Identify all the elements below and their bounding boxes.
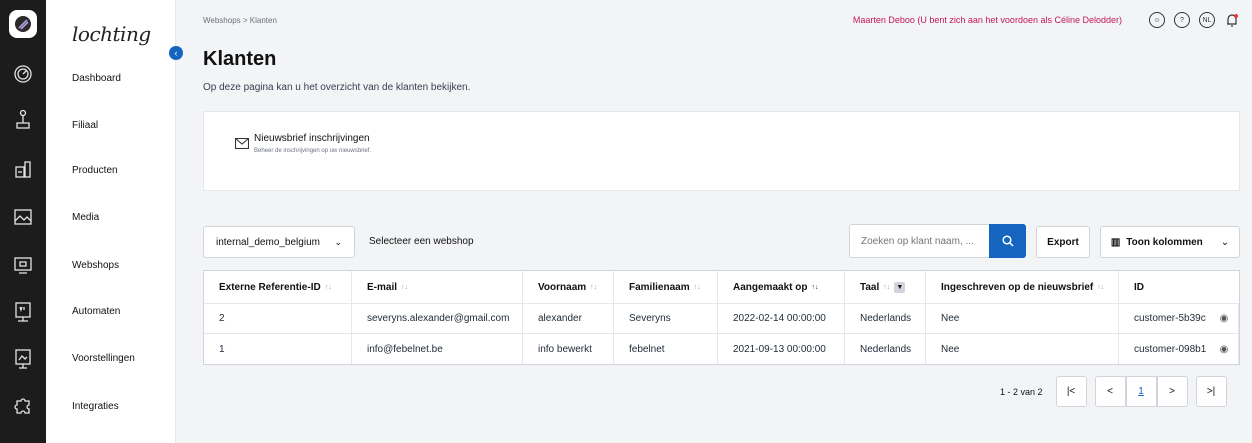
cell-external-ref: 1: [204, 334, 352, 364]
gauge-icon[interactable]: [11, 62, 35, 86]
vending-machine-icon[interactable]: [11, 300, 35, 324]
sidebar-item-producten[interactable]: Producten: [46, 146, 175, 194]
table-row[interactable]: 2 severyns.alexander@gmail.com alexander…: [204, 304, 1239, 334]
chevron-down-icon: ⌄: [1220, 236, 1230, 248]
cell-firstname: alexander: [523, 304, 614, 333]
pagination-info: 1 - 2 van 2: [1000, 386, 1043, 397]
products-icon[interactable]: [11, 157, 35, 181]
column-header-external-ref[interactable]: Externe Referentie-ID ↑↓: [204, 271, 352, 303]
show-columns-button[interactable]: ▥ Toon kolommen ⌄: [1100, 226, 1240, 258]
sidebar-item-webshops[interactable]: Webshops: [46, 241, 175, 289]
breadcrumb[interactable]: Webshops > Klanten: [203, 16, 277, 25]
page-title: Klanten: [203, 48, 277, 70]
first-page-button[interactable]: |<: [1055, 376, 1087, 407]
language-selector[interactable]: NL: [1199, 12, 1215, 28]
chevron-left-icon: ‹: [174, 48, 178, 58]
filter-icon: ▼: [894, 281, 906, 293]
sidebar-item-integraties[interactable]: Integraties: [46, 382, 175, 430]
store-icon[interactable]: [11, 108, 35, 132]
cell-lastname: febelnet: [614, 334, 718, 364]
column-header-newsletter[interactable]: Ingeschreven op de nieuwsbrief ↑↓: [926, 271, 1119, 303]
app-logo-icon[interactable]: [9, 10, 37, 38]
puzzle-icon[interactable]: [11, 393, 35, 417]
bell-icon[interactable]: [1224, 12, 1240, 28]
sort-icon: ↑↓: [883, 283, 891, 291]
column-header-language[interactable]: Taal ↑↓ ▼: [845, 271, 926, 303]
column-header-email[interactable]: E-mail ↑↓: [352, 271, 523, 303]
page-1-button[interactable]: 1: [1125, 376, 1157, 407]
prev-page-button[interactable]: <: [1094, 376, 1126, 407]
column-header-created[interactable]: Aangemaakt op ↑↓: [718, 271, 845, 303]
sort-icon: ↑↓: [811, 283, 819, 291]
cart-icon[interactable]: [11, 253, 35, 277]
sort-icon: ↑↓: [590, 283, 598, 291]
sort-icon: ↑↓: [324, 283, 332, 291]
cell-newsletter: Nee: [926, 304, 1119, 333]
cell-email: severyns.alexander@gmail.com: [352, 304, 523, 333]
help-icon[interactable]: ?: [1174, 12, 1190, 28]
next-page-button[interactable]: >: [1156, 376, 1188, 407]
icon-rail: [0, 0, 46, 443]
table-row[interactable]: 1 info@febelnet.be info bewerkt febelnet…: [204, 334, 1239, 364]
sort-icon: ↑↓: [1097, 283, 1105, 291]
cell-email: info@febelnet.be: [352, 334, 523, 364]
brand-logo: lochting: [72, 22, 151, 46]
cell-newsletter: Nee: [926, 334, 1119, 364]
sidebar-item-media[interactable]: Media: [46, 193, 175, 241]
search-input[interactable]: [849, 224, 989, 258]
webshop-select-value: internal_demo_belgium: [216, 236, 320, 248]
search-icon: [1001, 235, 1014, 247]
page-subtitle: Op deze pagina kan u het overzicht van d…: [203, 82, 471, 93]
cell-lastname: Severyns: [614, 304, 718, 333]
sidebar-item-voorstellingen[interactable]: Voorstellingen: [46, 334, 175, 382]
collapse-sidebar-button[interactable]: ‹: [169, 46, 183, 60]
impersonation-notice[interactable]: Maarten Deboo (U bent zich aan het voord…: [853, 15, 1122, 25]
pagination: 1 - 2 van 2 |< < 1 > >|: [1000, 376, 1235, 407]
column-header-id[interactable]: ID: [1119, 271, 1239, 303]
cell-language: Nederlands: [845, 304, 926, 333]
webshop-select-label: Selecteer een webshop: [369, 236, 474, 247]
webshop-select[interactable]: internal_demo_belgium ⌄: [203, 226, 355, 258]
newsletter-card-description: Beheer de inschrijvingen op uw nieuwsbri…: [254, 148, 372, 154]
toolbar: internal_demo_belgium ⌄ Selecteer een we…: [203, 224, 1240, 258]
view-eye-icon[interactable]: ◉: [1213, 334, 1235, 364]
search-button[interactable]: [989, 224, 1026, 258]
column-header-lastname[interactable]: Familienaam ↑↓: [614, 271, 718, 303]
cell-created: 2021-09-13 00:00:00: [718, 334, 845, 364]
columns-icon: ▥: [1110, 236, 1121, 248]
column-header-firstname[interactable]: Voornaam ↑↓: [523, 271, 614, 303]
view-eye-icon[interactable]: ◉: [1213, 304, 1235, 333]
export-button[interactable]: Export: [1036, 226, 1090, 258]
last-page-button[interactable]: >|: [1195, 376, 1227, 407]
cell-firstname: info bewerkt: [523, 334, 614, 364]
sidebar-item-dashboard[interactable]: Dashboard: [46, 54, 175, 102]
image-icon[interactable]: [11, 205, 35, 229]
chevron-down-icon: ⌄: [334, 236, 342, 247]
sort-icon: ↑↓: [401, 283, 409, 291]
newsletter-card[interactable]: Nieuwsbrief inschrijvingen Beheer de ins…: [203, 111, 1240, 191]
user-switch-icon[interactable]: ☺: [1149, 12, 1165, 28]
cell-created: 2022-02-14 00:00:00: [718, 304, 845, 333]
presentation-icon[interactable]: [11, 347, 35, 371]
cell-language: Nederlands: [845, 334, 926, 364]
newsletter-card-title[interactable]: Nieuwsbrief inschrijvingen: [254, 133, 370, 144]
cell-external-ref: 2: [204, 304, 352, 333]
sidebar: lochting Dashboard Filiaal Producten Med…: [46, 0, 176, 443]
envelope-icon: [234, 136, 250, 154]
header-icons: ☺ ? NL: [1149, 12, 1240, 28]
table-header-row: Externe Referentie-ID ↑↓ E-mail ↑↓ Voornaa…: [204, 271, 1239, 304]
sort-icon: ↑↓: [693, 283, 701, 291]
show-columns-label: Toon kolommen: [1126, 236, 1203, 248]
customers-table: Externe Referentie-ID ↑↓ E-mail ↑↓ Voornaa…: [203, 270, 1240, 365]
sidebar-item-filiaal[interactable]: Filiaal: [46, 101, 175, 149]
sidebar-item-automaten[interactable]: Automaten: [46, 287, 175, 335]
